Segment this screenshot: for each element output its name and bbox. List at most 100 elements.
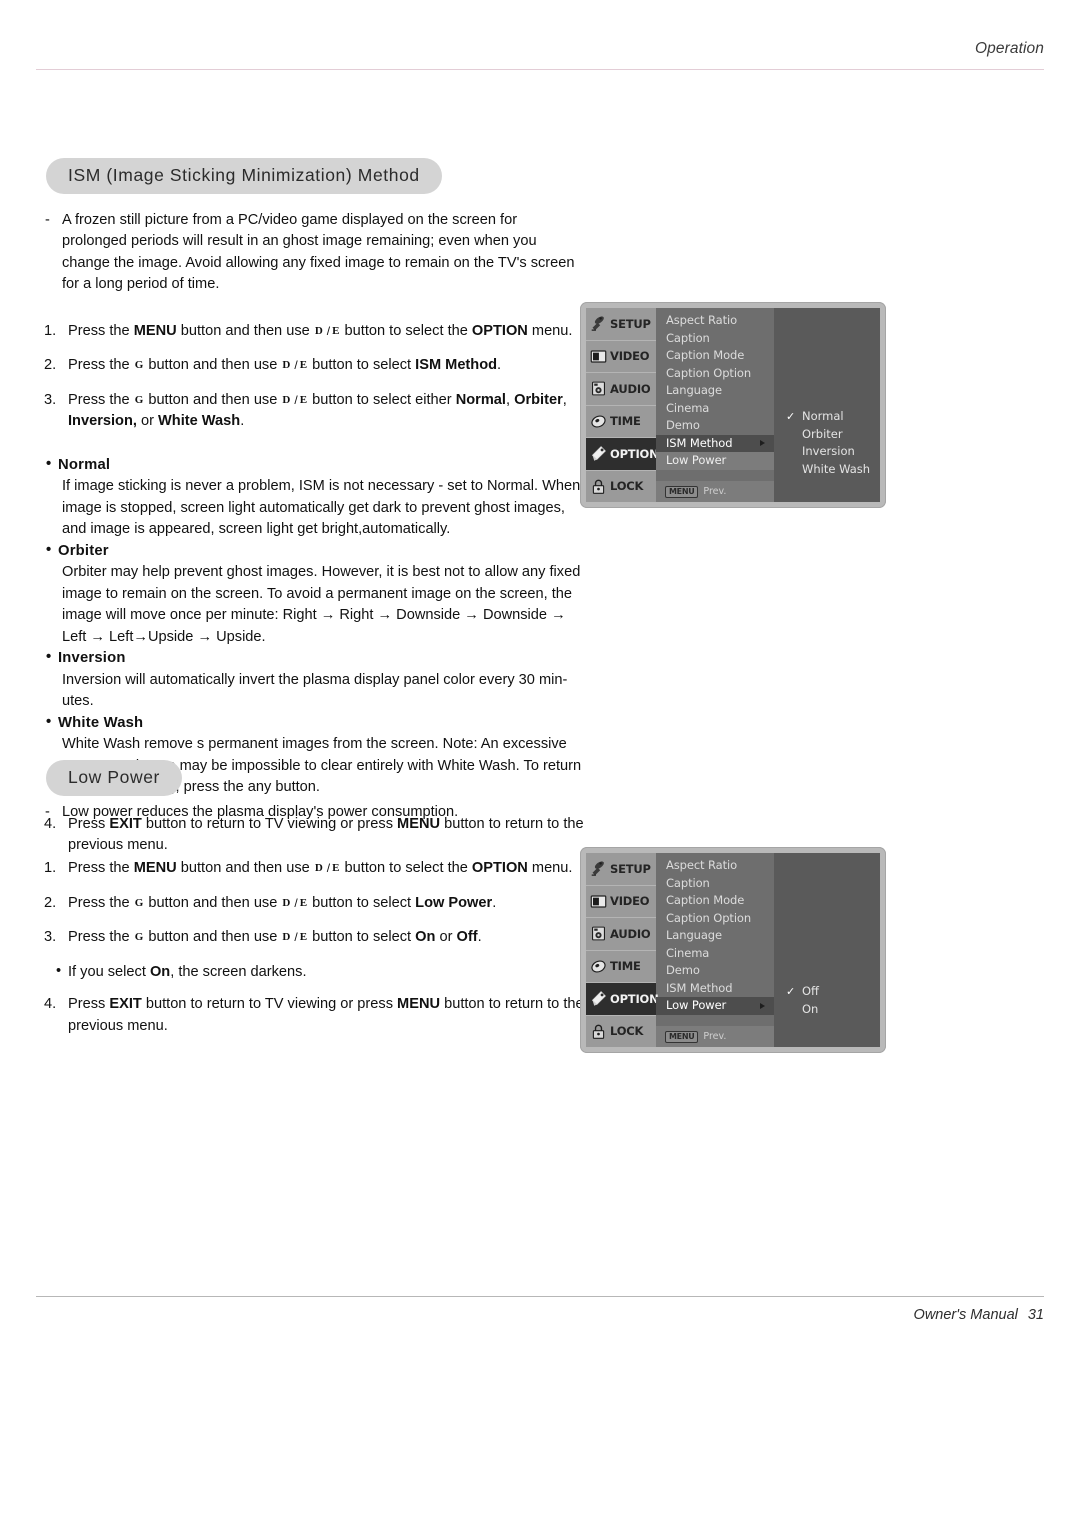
down-arrow-icon: E: [332, 862, 340, 875]
emphasis-text: Low Power: [415, 894, 493, 911]
section-title-low-power: Low Power: [46, 760, 182, 796]
monitor-icon: [590, 893, 607, 910]
osd-menu-item-selected[interactable]: Low Power: [656, 997, 774, 1015]
osd-menu-item[interactable]: Language: [656, 927, 774, 945]
bullet-icon: •: [46, 455, 52, 472]
step-number: 2.: [44, 894, 57, 911]
step-text: Press EXIT button to return to TV viewin…: [68, 996, 584, 1034]
osd-category-label: VIDEO: [610, 894, 650, 909]
slash-separator: /: [294, 930, 298, 945]
option-normal: • Normal If image sticking is never a pr…: [44, 455, 584, 541]
osd-menu-item[interactable]: Language: [656, 382, 774, 400]
osd-submenu-option[interactable]: ✓ Off: [786, 983, 819, 1001]
low-power-intro-text: Low power reduces the plasma display's p…: [62, 804, 459, 820]
up-arrow-icon: D: [314, 324, 323, 337]
page-number: 31: [1027, 1307, 1044, 1323]
osd-menu-item[interactable]: Demo: [656, 417, 774, 435]
osd-menu-item[interactable]: Caption Option: [656, 365, 774, 383]
right-arrow-icon: G: [134, 359, 144, 372]
osd-submenu-option-label: Off: [802, 984, 819, 998]
osd-category-option[interactable]: OPTION: [586, 438, 659, 471]
osd-footer-hint: MENU Prev.: [656, 481, 774, 502]
osd-submenu-option[interactable]: On: [786, 1001, 819, 1019]
low-power-note: • If you select On, the screen darkens.: [44, 962, 584, 983]
check-icon: ✓: [786, 985, 796, 998]
emphasis-text: Normal: [455, 391, 506, 408]
osd-submenu-option[interactable]: ✓ Normal: [786, 408, 870, 426]
chevron-right-icon: [760, 1002, 765, 1009]
osd-category-lock[interactable]: LOCK: [586, 471, 656, 503]
osd-menu-item[interactable]: Caption: [656, 330, 774, 348]
osd-category-audio[interactable]: AUDIO: [586, 918, 656, 951]
option-normal-label: Normal: [58, 456, 111, 473]
osd-menu-item[interactable]: Aspect Ratio: [656, 857, 774, 875]
osd-submenu-option[interactable]: Inversion: [786, 443, 870, 461]
option-white-wash-title: • White Wash: [44, 713, 584, 735]
osd-menu-item[interactable]: Demo: [656, 962, 774, 980]
up-arrow-icon: D: [314, 862, 323, 875]
emphasis-text: MENU: [133, 322, 177, 339]
osd-category-setup[interactable]: SETUP: [586, 853, 656, 886]
osd-menu-item[interactable]: Caption Mode: [656, 347, 774, 365]
right-arrow-icon: G: [134, 896, 144, 909]
option-inversion-desc: Inversion will automatically invert the …: [62, 671, 568, 710]
osd-submenu-option[interactable]: Orbiter: [786, 426, 870, 444]
osd-prev-label: Prev.: [703, 1031, 727, 1042]
step-text: Press the MENU button and then use D / E b…: [68, 860, 573, 877]
osd-category-time[interactable]: TIME: [586, 951, 656, 983]
osd-category-audio[interactable]: AUDIO: [586, 373, 656, 406]
osd-prev-label: Prev.: [703, 486, 727, 497]
osd-menu-item[interactable]: Low Power: [656, 452, 774, 470]
emphasis-text: ISM Method: [415, 357, 498, 374]
osd-menu-item[interactable]: Caption Option: [656, 910, 774, 928]
osd-submenu-option-label: On: [802, 1001, 819, 1016]
osd-menu-item-label: Low Power: [666, 998, 727, 1012]
option-inversion-label: Inversion: [58, 650, 126, 667]
down-arrow-icon: E: [299, 931, 308, 944]
osd-category-lock[interactable]: LOCK: [586, 1016, 656, 1048]
osd-category-video[interactable]: VIDEO: [586, 341, 656, 373]
osd-category-video[interactable]: VIDEO: [586, 886, 656, 918]
osd-category-label: AUDIO: [610, 381, 651, 396]
osd-menu-item[interactable]: Caption Mode: [656, 892, 774, 910]
osd-category-label: OPTION: [610, 446, 659, 461]
list-item: 2. Press the G button and then use D / E b…: [44, 893, 584, 914]
emphasis-text: White Wash: [158, 413, 241, 430]
menu-badge: MENU: [665, 485, 699, 498]
osd-category-label: VIDEO: [610, 349, 650, 364]
step-number: 1.: [44, 322, 57, 339]
list-item: 3. Press the G button and then use D / E b…: [44, 927, 584, 948]
osd-menu-item[interactable]: Caption: [656, 875, 774, 893]
osd-category-setup[interactable]: SETUP: [586, 308, 656, 341]
osd-category-label: AUDIO: [610, 926, 651, 941]
osd-menu-item[interactable]: Aspect Ratio: [656, 312, 774, 330]
emphasis-text: MENU: [133, 860, 177, 877]
up-arrow-icon: D: [282, 359, 291, 372]
osd-category-label: LOCK: [610, 1024, 644, 1039]
osd-screenshot-low-power: SETUP VIDEO AUDIO TIME OPTION LOCK Aspec…: [580, 847, 886, 1053]
slash-separator: /: [294, 358, 298, 373]
osd-menu-item[interactable]: Cinema: [656, 400, 774, 418]
osd-menu-item-selected[interactable]: ISM Method: [656, 434, 774, 452]
check-icon: ✓: [786, 410, 796, 423]
list-item: 1. Press the MENU button and then use D /…: [44, 321, 584, 342]
option-normal-title: • Normal: [44, 455, 584, 477]
step-text: Press the G button and then use D / E butt…: [68, 894, 497, 911]
osd-category-label: TIME: [610, 414, 641, 429]
osd-category-label: SETUP: [610, 316, 651, 331]
list-item: 1. Press the MENU button and then use D /…: [44, 858, 584, 879]
low-power-final-step-list: 4. Press EXIT button to return to TV vie…: [44, 994, 584, 1037]
osd-category-time[interactable]: TIME: [586, 406, 656, 438]
dash-marker: -: [45, 804, 50, 820]
osd-submenu-option-label: Normal: [802, 409, 844, 423]
osd-menu-item[interactable]: ISM Method: [656, 980, 774, 998]
satellite-dish-icon: [590, 860, 607, 877]
emphasis-text: Orbiter: [514, 391, 563, 408]
osd-submenu-option[interactable]: White Wash: [786, 461, 870, 479]
list-item: 4. Press EXIT button to return to TV vie…: [44, 994, 584, 1037]
osd-menu-item[interactable]: Cinema: [656, 945, 774, 963]
slash-separator: /: [294, 895, 298, 910]
osd-category-option[interactable]: OPTION: [586, 983, 659, 1016]
ism-intro-paragraph: - A frozen still picture from a PC/video…: [44, 210, 584, 296]
bullet-icon: •: [46, 649, 52, 666]
